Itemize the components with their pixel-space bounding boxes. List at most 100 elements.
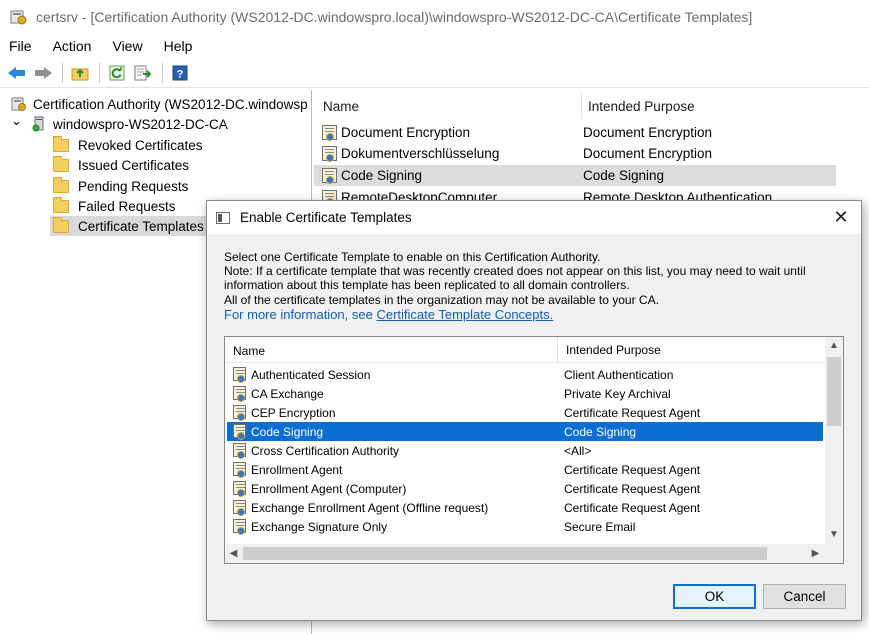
template-name: Code Signing — [251, 424, 324, 439]
main-list-row[interactable]: Document Encryption Document Encryption — [314, 122, 836, 143]
tree-item-label: Pending Requests — [78, 178, 189, 194]
vertical-scrollbar[interactable]: ▲ ▼ — [825, 337, 843, 544]
dialog-title-bar: Enable Certificate Templates ✕ — [207, 201, 861, 234]
ok-button[interactable]: OK — [673, 584, 756, 609]
toolbar-separator — [99, 62, 100, 83]
template-list-row[interactable]: Authenticated Session Client Authenticat… — [227, 365, 823, 384]
export-list-button[interactable] — [132, 62, 154, 84]
help-button[interactable]: ? — [169, 62, 191, 84]
title-bar: certsrv - [Certification Authority (WS20… — [0, 0, 869, 34]
tree-ca-label: windowspro-WS2012-DC-CA — [53, 116, 228, 132]
certificate-template-icon — [233, 443, 246, 459]
certificate-template-icon — [233, 481, 246, 497]
tree-item-label: Issued Certificates — [78, 157, 190, 173]
column-header-intended-purpose[interactable]: Intended Purpose — [557, 337, 661, 363]
template-purpose: Client Authentication — [564, 367, 674, 382]
tree-item-certificate-templates[interactable]: Certificate Templates — [50, 216, 208, 236]
certificate-template-icon — [322, 168, 337, 184]
folder-icon — [53, 216, 69, 233]
template-purpose: Document Encryption — [583, 146, 713, 161]
tree-item-label: Revoked Certificates — [78, 137, 203, 153]
forward-button[interactable] — [32, 62, 54, 84]
more-info-prefix: For more information, see — [224, 307, 377, 322]
vertical-scroll-thumb[interactable] — [827, 357, 841, 426]
template-list-row[interactable]: Exchange Enrollment Agent (Offline reque… — [227, 498, 823, 517]
tree-item-ca[interactable]: ⌄ windowspro-WS2012-DC-CA — [11, 113, 228, 134]
horizontal-scroll-thumb[interactable] — [243, 547, 767, 560]
export-icon — [134, 65, 152, 80]
template-name: CA Exchange — [251, 386, 324, 401]
menu-bar: File Action View Help — [0, 34, 869, 58]
forward-arrow-icon — [35, 66, 52, 79]
template-name: Enrollment Agent (Computer) — [251, 481, 407, 496]
chevron-up-icon: ▲ — [829, 340, 839, 351]
up-one-level-button[interactable] — [69, 62, 91, 84]
template-purpose: Code Signing — [564, 424, 637, 439]
template-purpose: <All> — [564, 443, 592, 458]
main-list-row[interactable]: Dokumentverschlüsselung Document Encrypt… — [314, 143, 836, 164]
tree-root-item[interactable]: Certification Authority (WS2012-DC.windo… — [11, 94, 308, 114]
template-purpose: Secure Email — [564, 519, 636, 534]
scroll-down-button[interactable]: ▼ — [825, 526, 843, 543]
tree-item-revoked-certificates[interactable]: Revoked Certificates — [53, 135, 203, 155]
chevron-down-icon[interactable]: ⌄ — [11, 113, 25, 129]
chevron-left-icon: ◀ — [229, 548, 238, 559]
menu-help[interactable]: Help — [163, 36, 194, 56]
tree-item-label: Failed Requests — [78, 198, 176, 214]
certificate-template-icon — [233, 386, 246, 402]
tree-item-issued-certificates[interactable]: Issued Certificates — [53, 155, 189, 175]
certificate-template-icon — [233, 367, 246, 383]
template-list-row[interactable]: Enrollment Agent Certificate Request Age… — [227, 460, 823, 479]
template-list[interactable]: Name Intended Purpose Authenticated Sess… — [224, 336, 844, 564]
toolbar: ? — [0, 58, 869, 88]
tree-item-label: Certificate Templates — [78, 218, 204, 234]
column-header-name[interactable]: Name — [323, 99, 359, 114]
folder-icon — [53, 155, 69, 172]
chevron-down-icon: ▼ — [829, 529, 839, 540]
chevron-right-icon: ▶ — [811, 548, 820, 559]
horizontal-scrollbar[interactable]: ◀ ▶ — [225, 544, 825, 563]
menu-action[interactable]: Action — [52, 36, 93, 56]
main-list-row-selected[interactable]: Code Signing Code Signing — [314, 165, 836, 186]
scrollbar-corner — [825, 544, 843, 563]
refresh-button[interactable] — [106, 62, 128, 84]
close-icon: ✕ — [833, 206, 849, 227]
scroll-right-button[interactable]: ▶ — [807, 544, 824, 563]
certificate-template-concepts-link[interactable]: Certificate Template Concepts. — [376, 307, 553, 322]
menu-view[interactable]: View — [111, 36, 143, 56]
scroll-left-button[interactable]: ◀ — [225, 544, 242, 563]
cancel-button[interactable]: Cancel — [763, 584, 846, 609]
template-name: Dokumentverschlüsselung — [341, 146, 500, 161]
template-list-row[interactable]: Exchange Signature Only Secure Email — [227, 517, 823, 536]
template-name: Authenticated Session — [251, 367, 371, 382]
ca-server-icon — [32, 116, 44, 132]
scroll-up-button[interactable]: ▲ — [825, 337, 843, 354]
menu-file[interactable]: File — [8, 36, 33, 56]
folder-icon — [53, 176, 69, 193]
certification-authority-icon — [11, 97, 26, 111]
template-name: Cross Certification Authority — [251, 443, 400, 458]
template-list-row[interactable]: Cross Certification Authority <All> — [227, 441, 823, 460]
back-button[interactable] — [6, 62, 28, 84]
folder-icon — [53, 135, 69, 152]
template-name: Enrollment Agent — [251, 462, 343, 477]
close-button[interactable]: ✕ — [827, 204, 855, 230]
folder-icon — [53, 196, 69, 213]
template-name: Exchange Enrollment Agent (Offline reque… — [251, 500, 489, 515]
tree-root-label: Certification Authority (WS2012-DC.windo… — [33, 96, 308, 112]
template-name: Code Signing — [341, 168, 423, 183]
template-purpose: Certificate Request Agent — [564, 462, 701, 477]
dialog-instructions: Select one Certificate Template to enabl… — [224, 250, 844, 307]
tree-item-failed-requests[interactable]: Failed Requests — [53, 196, 176, 216]
certificate-template-icon — [233, 500, 246, 516]
tree-item-pending-requests[interactable]: Pending Requests — [53, 176, 188, 196]
template-list-row[interactable]: CEP Encryption Certificate Request Agent — [227, 403, 823, 422]
column-header-name[interactable]: Name — [233, 344, 265, 358]
column-header-intended-purpose[interactable]: Intended Purpose — [581, 93, 695, 119]
template-list-row[interactable]: CA Exchange Private Key Archival — [227, 384, 823, 403]
template-list-header: Name Intended Purpose — [225, 337, 825, 363]
template-list-row-selected[interactable]: Code Signing Code Signing — [227, 422, 823, 441]
toolbar-separator — [162, 62, 163, 83]
template-list-row[interactable]: Enrollment Agent (Computer) Certificate … — [227, 479, 823, 498]
back-arrow-icon — [8, 66, 25, 79]
